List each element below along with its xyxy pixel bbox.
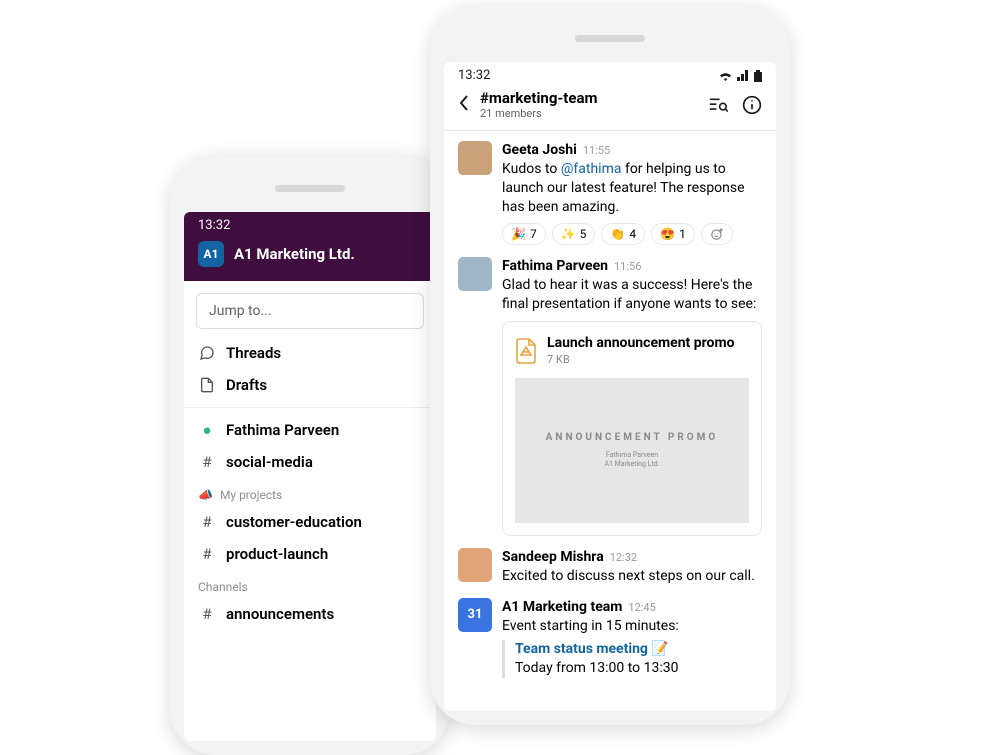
reaction[interactable]: 😍1 (651, 223, 695, 245)
hash-icon: # (198, 453, 216, 471)
message-author[interactable]: Geeta Joshi (502, 141, 577, 160)
status-bar: 13:32 (444, 62, 776, 85)
status-bar: 13:32 (184, 212, 436, 235)
add-reaction-button[interactable] (701, 223, 733, 245)
attachment-size: 7 KB (547, 353, 734, 368)
channel-item[interactable]: # customer-education (184, 506, 436, 538)
event-when: Today from 13:00 to 13:30 (515, 659, 762, 678)
channel-name: product-launch (226, 545, 328, 563)
google-drive-icon (515, 338, 537, 364)
avatar[interactable] (458, 141, 492, 175)
message[interactable]: 31 A1 Marketing team 12:45 Event startin… (458, 598, 762, 678)
left-screen: 13:32 A1 A1 Marketing Ltd. Jump to... Th… (184, 212, 436, 741)
threads-icon (198, 345, 216, 361)
message-time: 12:45 (628, 601, 655, 616)
channel-item[interactable]: # product-launch (184, 538, 436, 570)
status-time: 13:32 (198, 218, 230, 233)
hash-icon: # (480, 89, 489, 107)
message-author[interactable]: Fathima Parveen (502, 257, 608, 276)
drafts-icon (198, 377, 216, 393)
hash-icon: # (198, 605, 216, 623)
status-icons (718, 70, 762, 82)
attachment-title: Launch announcement promo (547, 334, 734, 353)
dm-item[interactable]: ● Fathima Parveen (184, 414, 436, 446)
message-text: Glad to hear it was a success! Here's th… (502, 276, 762, 314)
channel-actions (708, 95, 762, 115)
channel-name: marketing-team (489, 89, 598, 107)
avatar[interactable] (458, 548, 492, 582)
phone-speaker (275, 185, 345, 192)
channel-title-block[interactable]: #marketing-team 21 members (480, 89, 598, 120)
channel-name: customer-education (226, 513, 362, 531)
message-author[interactable]: Sandeep Mishra (502, 548, 604, 567)
hash-icon: # (198, 545, 216, 563)
phone-right: 13:32 #marketing-team 21 members (430, 5, 790, 725)
status-time: 13:32 (458, 68, 490, 83)
filter-search-icon[interactable] (708, 96, 728, 114)
phone-left: 13:32 A1 A1 Marketing Ltd. Jump to... Th… (170, 155, 450, 755)
channel-item[interactable]: # social-media (184, 446, 436, 478)
channel-name: social-media (226, 453, 313, 471)
wifi-icon (718, 70, 733, 81)
battery-icon (754, 70, 762, 82)
attachment-preview[interactable]: ANNOUNCEMENT PROMO Fathima Parveen A1 Ma… (515, 378, 749, 523)
event-title[interactable]: Team status meeting (515, 641, 648, 657)
divider (184, 407, 436, 408)
workspace-avatar: A1 (198, 241, 224, 267)
message-text: Event starting in 15 minutes: (502, 617, 762, 636)
channel-item[interactable]: # announcements (184, 598, 436, 630)
message-author[interactable]: A1 Marketing team (502, 598, 622, 617)
reaction-bar: 🎉7 ✨5 👏4 😍1 (502, 223, 762, 245)
message-text: Excited to discuss next steps on our cal… (502, 567, 762, 586)
avatar[interactable] (458, 257, 492, 291)
signal-icon (737, 70, 750, 81)
channel-header: #marketing-team 21 members (444, 85, 776, 131)
nav-label: Threads (226, 344, 281, 362)
reaction[interactable]: 🎉7 (502, 223, 546, 245)
message-time: 11:56 (614, 260, 641, 275)
dm-name: Fathima Parveen (226, 421, 339, 439)
nav-threads[interactable]: Threads (184, 337, 436, 369)
reaction[interactable]: 👏4 (601, 223, 645, 245)
event-attachment[interactable]: Team status meeting 📝 Today from 13:00 t… (502, 640, 762, 678)
right-screen: 13:32 #marketing-team 21 members (444, 62, 776, 711)
workspace-header[interactable]: A1 A1 Marketing Ltd. (184, 235, 436, 281)
message-text: Kudos to @fathima for helping us to laun… (502, 160, 762, 217)
calendar-app-icon[interactable]: 31 (458, 598, 492, 632)
message[interactable]: Fathima Parveen 11:56 Glad to hear it wa… (458, 257, 762, 536)
megaphone-icon: 📣 (198, 488, 213, 502)
nav-label: Drafts (226, 376, 267, 394)
info-icon[interactable] (742, 95, 762, 115)
channel-members: 21 members (480, 107, 598, 120)
section-channels[interactable]: Channels (184, 570, 436, 598)
message-time: 11:55 (583, 144, 610, 159)
presence-active-icon: ● (198, 421, 216, 439)
back-button[interactable] (458, 93, 470, 117)
reaction[interactable]: ✨5 (552, 223, 596, 245)
message-time: 12:32 (610, 551, 637, 566)
message[interactable]: Geeta Joshi 11:55 Kudos to @fathima for … (458, 141, 762, 245)
workspace-name: A1 Marketing Ltd. (234, 245, 355, 263)
memo-icon: 📝 (651, 641, 668, 657)
mention[interactable]: @fathima (561, 161, 622, 177)
channel-name: announcements (226, 605, 334, 623)
message-list[interactable]: Geeta Joshi 11:55 Kudos to @fathima for … (444, 131, 776, 711)
file-attachment[interactable]: Launch announcement promo 7 KB ANNOUNCEM… (502, 321, 762, 536)
nav-drafts[interactable]: Drafts (184, 369, 436, 401)
message[interactable]: Sandeep Mishra 12:32 Excited to discuss … (458, 548, 762, 586)
section-my-projects[interactable]: 📣 My projects (184, 478, 436, 506)
hash-icon: # (198, 513, 216, 531)
jump-to-input[interactable]: Jump to... (196, 293, 424, 329)
phone-speaker (575, 35, 645, 42)
